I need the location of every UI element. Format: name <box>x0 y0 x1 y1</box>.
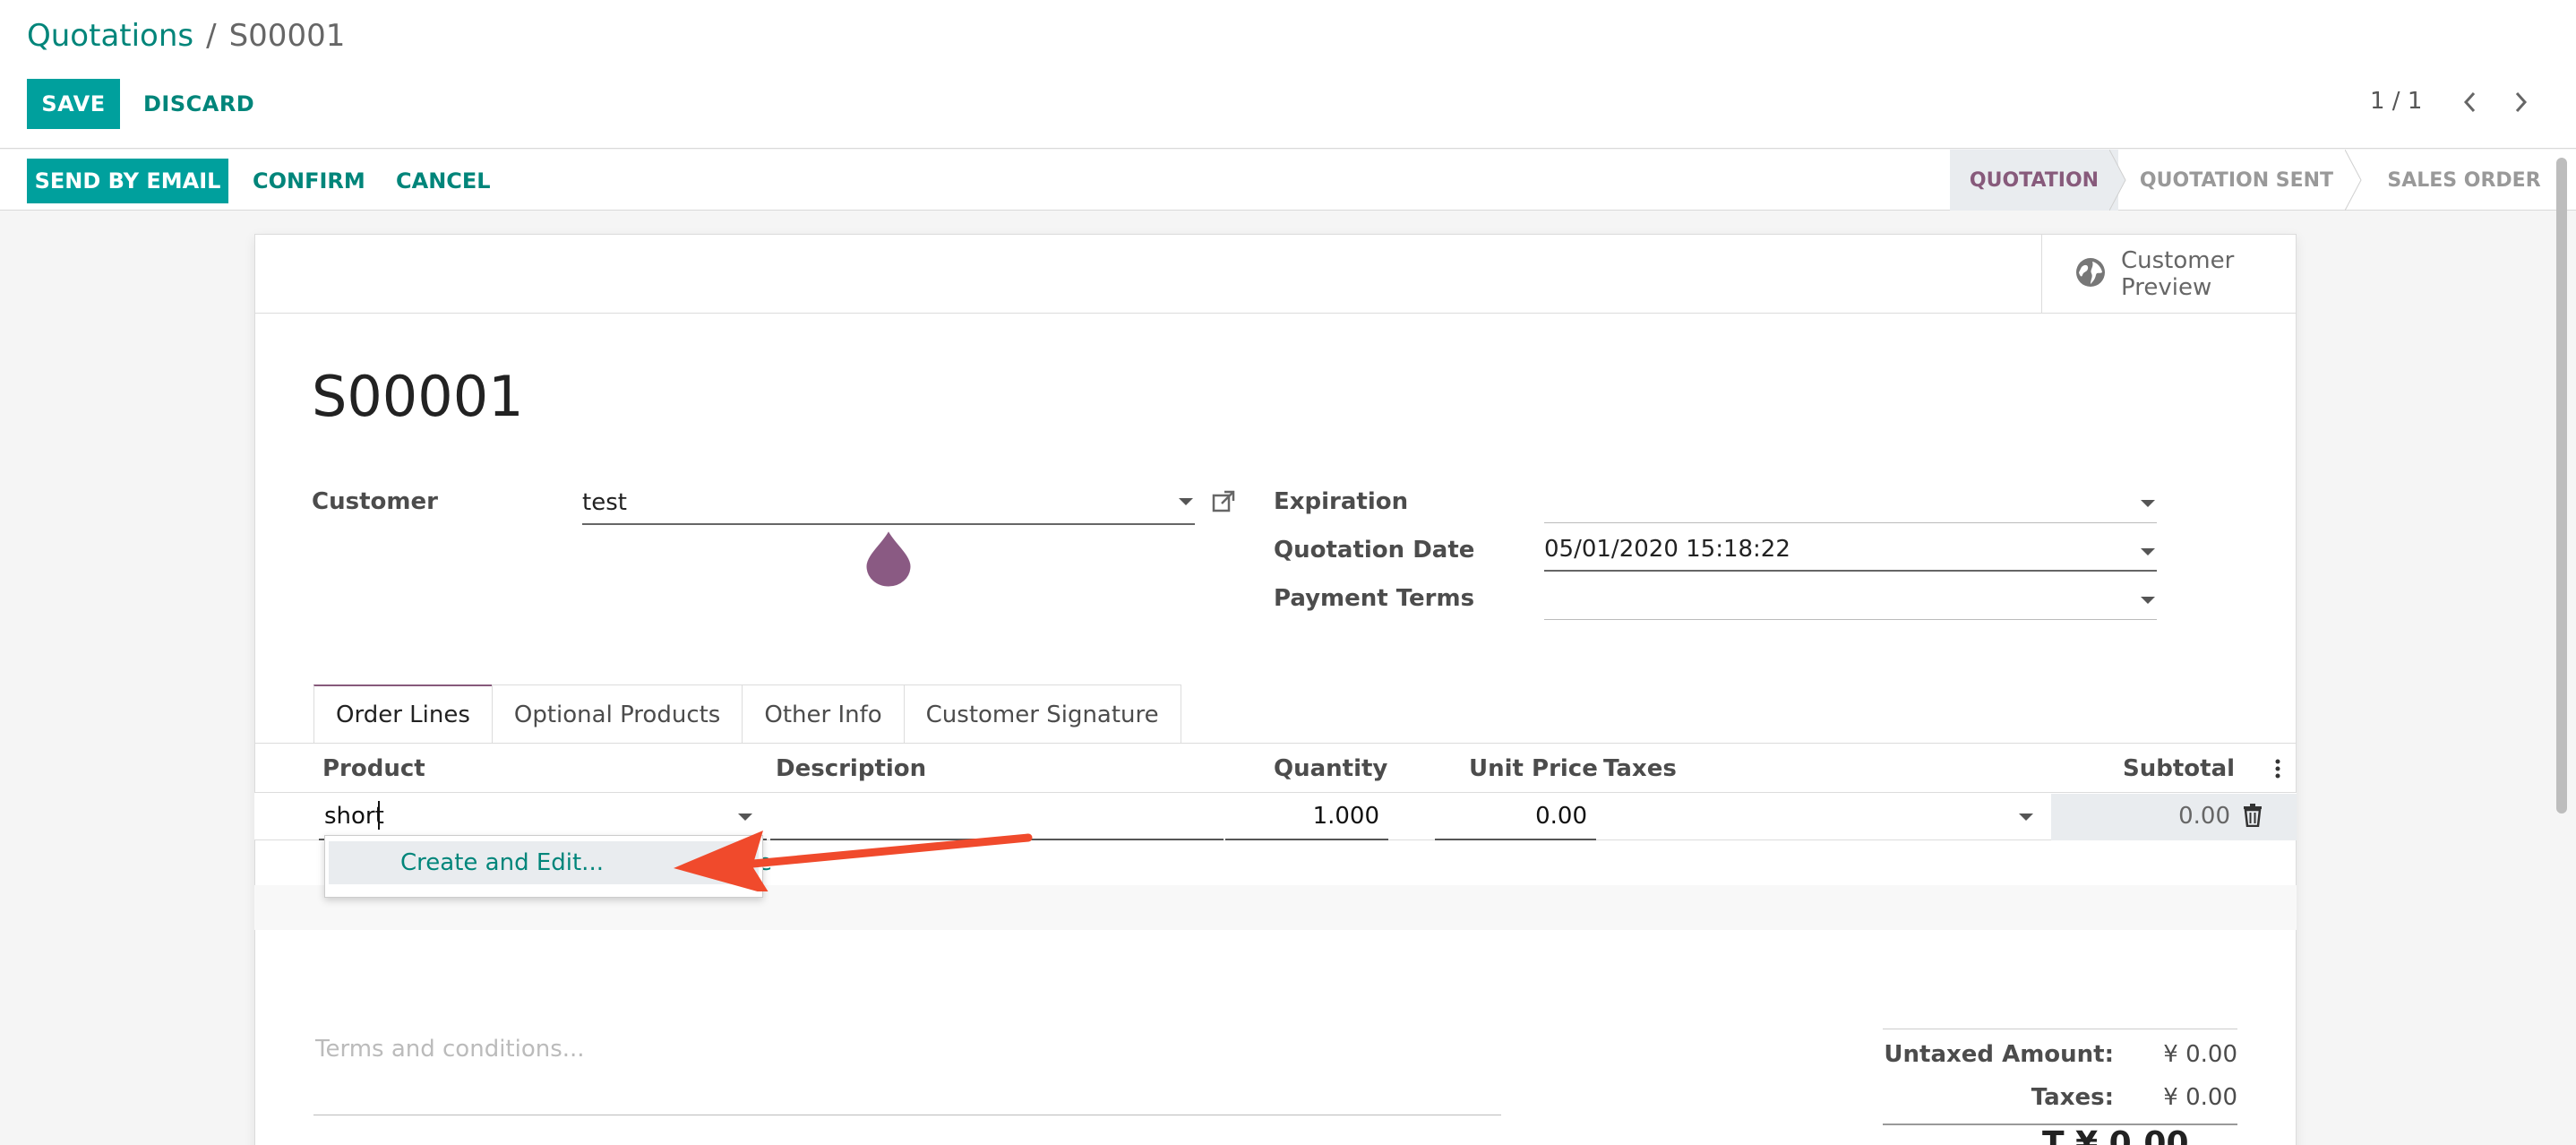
tab-optional-products[interactable]: Optional Products <box>491 684 743 744</box>
customer-label: Customer <box>312 488 438 515</box>
taxes-caret-icon[interactable] <box>2019 814 2033 821</box>
breadcrumb-separator: / <box>206 18 217 54</box>
breadcrumb-quotations-link[interactable]: Quotations <box>27 18 193 54</box>
stage-separator <box>2109 150 2126 211</box>
tab-customer-signature[interactable]: Customer Signature <box>903 684 1181 744</box>
column-unit-price[interactable]: Unit Price <box>1469 755 1598 782</box>
column-quantity[interactable]: Quantity <box>1274 755 1387 782</box>
trash-icon[interactable] <box>2243 804 2263 828</box>
taxes-label: Taxes: <box>2031 1084 2114 1111</box>
stage-sales-order[interactable]: SALES ORDER <box>2355 150 2573 211</box>
control-panel: Quotations / S00001 SAVE DISCARD 1 / 1 <box>0 0 2576 149</box>
pager-value: 1 / 1 <box>2370 88 2423 115</box>
external-link-icon[interactable] <box>1211 489 1236 514</box>
stage-quotation[interactable]: QUOTATION <box>1950 150 2118 211</box>
tab-order-lines[interactable]: Order Lines <box>313 684 493 744</box>
document-title: S00001 <box>312 364 524 429</box>
cursor-drop-icon <box>863 525 914 590</box>
breadcrumb: Quotations / S00001 <box>27 18 345 54</box>
confirm-button[interactable]: CONFIRM <box>253 159 365 203</box>
untaxed-amount-label: Untaxed Amount: <box>1884 1041 2114 1068</box>
customer-field[interactable]: test <box>582 484 1195 525</box>
globe-icon <box>2074 256 2107 292</box>
quantity-value: 1.000 <box>1312 803 1379 830</box>
payment-terms-caret-icon[interactable] <box>2141 597 2155 604</box>
quotation-date-caret-icon[interactable] <box>2141 548 2155 555</box>
payment-terms-label: Payment Terms <box>1274 585 1475 612</box>
column-description[interactable]: Description <box>776 755 926 782</box>
cancel-button[interactable]: CANCEL <box>396 159 491 203</box>
column-taxes[interactable]: Taxes <box>1603 755 1677 782</box>
discard-button[interactable]: DISCARD <box>143 79 254 129</box>
column-subtotal[interactable]: Subtotal <box>2123 755 2235 782</box>
customer-preview-label: Customer Preview <box>2121 247 2235 301</box>
payment-terms-field[interactable] <box>1544 581 2157 620</box>
button-box: Customer Preview <box>255 235 2296 314</box>
taxes-input[interactable] <box>1600 794 2048 840</box>
expiration-caret-icon[interactable] <box>2141 500 2155 507</box>
stage-separator <box>2345 150 2362 211</box>
save-button[interactable]: SAVE <box>27 79 120 129</box>
text-cursor <box>378 801 380 830</box>
annotation-arrow <box>674 831 1033 891</box>
column-product[interactable]: Product <box>322 755 425 782</box>
unit-price-value: 0.00 <box>1535 803 1587 830</box>
notebook-tabs: Order Lines Optional Products Other Info… <box>313 684 1181 744</box>
product-input-value: short <box>324 803 384 830</box>
taxes-value: ¥ 0.00 <box>2163 1084 2237 1111</box>
quantity-input[interactable]: 1.000 <box>1225 794 1388 840</box>
scrollbar-thumb[interactable] <box>2556 158 2567 814</box>
untaxed-amount-value: ¥ 0.00 <box>2163 1041 2237 1068</box>
quotation-date-value: 05/01/2020 15:18:22 <box>1544 536 1790 563</box>
customer-preview-button[interactable]: Customer Preview <box>2041 235 2296 314</box>
stage-bar: QUOTATION QUOTATION SENT SALES ORDER <box>1950 150 2573 211</box>
expiration-field[interactable] <box>1544 484 2157 523</box>
expiration-label: Expiration <box>1274 488 1409 515</box>
status-bar: SEND BY EMAIL CONFIRM CANCEL QUOTATION Q… <box>0 150 2576 211</box>
customer-dropdown-caret-icon[interactable] <box>1179 498 1193 505</box>
send-by-email-button[interactable]: SEND BY EMAIL <box>27 159 228 203</box>
subtotal-value: 0.00 <box>2178 803 2230 830</box>
breadcrumb-current: S00001 <box>228 18 346 54</box>
unit-price-input[interactable]: 0.00 <box>1435 794 1596 840</box>
tab-divider <box>254 743 2297 744</box>
customer-value: test <box>582 489 627 516</box>
terms-and-conditions-field[interactable]: Terms and conditions... <box>315 1036 585 1063</box>
column-options-icon[interactable] <box>2273 757 2282 780</box>
chevron-right-icon[interactable] <box>2508 84 2533 120</box>
quotation-date-field[interactable]: 05/01/2020 15:18:22 <box>1544 530 2157 572</box>
total-value-partial: T ¥ 0.00 <box>2042 1125 2189 1145</box>
stage-quotation-sent[interactable]: QUOTATION SENT <box>2118 150 2355 211</box>
quotation-date-label: Quotation Date <box>1274 537 1475 564</box>
tab-other-info[interactable]: Other Info <box>742 684 905 744</box>
chevron-left-icon[interactable] <box>2458 84 2483 120</box>
